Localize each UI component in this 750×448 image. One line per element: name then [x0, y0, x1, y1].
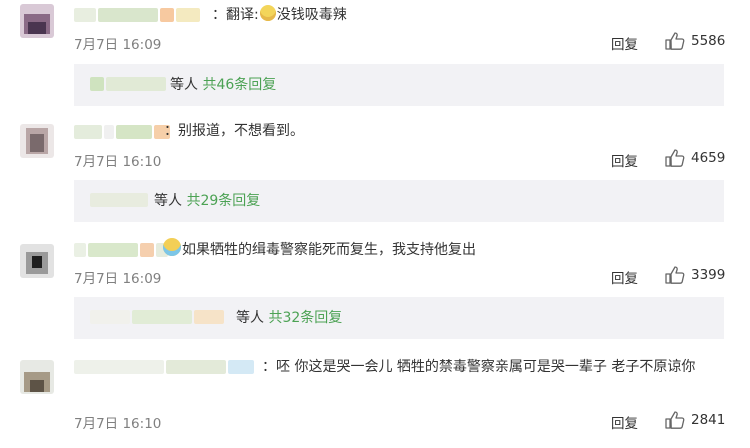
- cool-face-icon: [259, 5, 276, 21]
- crying-face-icon: [163, 238, 181, 256]
- reply-button[interactable]: 回复: [611, 150, 638, 170]
- avatar[interactable]: [20, 4, 54, 38]
- like-count: 2841: [691, 412, 726, 428]
- replies-count-link[interactable]: 共46条回复: [202, 77, 276, 93]
- like-count: 3399: [691, 267, 726, 283]
- thumbs-up-icon: [665, 266, 685, 284]
- username[interactable]: [74, 124, 172, 140]
- like-count: 5586: [691, 33, 726, 49]
- reply-button[interactable]: 回复: [611, 412, 638, 432]
- comment-time: 7月7日 16:10: [74, 154, 162, 170]
- like-button[interactable]: 4659: [665, 149, 725, 167]
- replies-count-link[interactable]: 共29条回复: [186, 193, 260, 209]
- like-button[interactable]: 3399: [665, 266, 725, 284]
- reply-usernames: [90, 310, 226, 324]
- replies-box[interactable]: 等人 共46条回复: [74, 64, 724, 106]
- comment-time: 7月7日 16:09: [74, 271, 162, 287]
- comment-text: ：翻译: 没钱吸毒辣: [212, 5, 347, 23]
- comment-time: 7月7日 16:10: [74, 416, 162, 432]
- avatar[interactable]: [20, 244, 54, 278]
- username[interactable]: [74, 242, 170, 258]
- comment-time: 7月7日 16:09: [74, 37, 162, 53]
- thumbs-up-icon: [665, 411, 685, 429]
- reply-button[interactable]: 回复: [611, 33, 638, 53]
- like-button[interactable]: 5586: [665, 32, 725, 50]
- like-count: 4659: [691, 150, 726, 166]
- replies-summary[interactable]: 等人 共32条回复: [236, 309, 342, 327]
- replies-summary[interactable]: 等人 共29条回复: [154, 192, 260, 210]
- thumbs-up-icon: [665, 149, 685, 167]
- avatar[interactable]: [20, 124, 54, 158]
- replies-box[interactable]: 等人 共29条回复: [74, 180, 724, 222]
- replies-summary[interactable]: 等人 共46条回复: [170, 76, 276, 94]
- comment-text: 如果牺牲的缉毒警察能死而复生，我支持他复出: [162, 238, 750, 261]
- avatar[interactable]: [20, 360, 54, 394]
- reply-button[interactable]: 回复: [611, 267, 638, 287]
- comment-text: ：别报道，不想看到。: [164, 123, 304, 139]
- like-button[interactable]: 2841: [665, 411, 725, 429]
- comment-text: ：呸 你这是哭一会儿 牺牲的禁毒警察亲属可是哭一辈子 老子不原谅你: [262, 359, 696, 375]
- reply-usernames: [90, 193, 150, 207]
- replies-count-link[interactable]: 共32条回复: [268, 310, 342, 326]
- replies-box[interactable]: 等人 共32条回复: [74, 297, 724, 339]
- thumbs-up-icon: [665, 32, 685, 50]
- reply-usernames: [90, 77, 168, 91]
- username[interactable]: [74, 7, 202, 23]
